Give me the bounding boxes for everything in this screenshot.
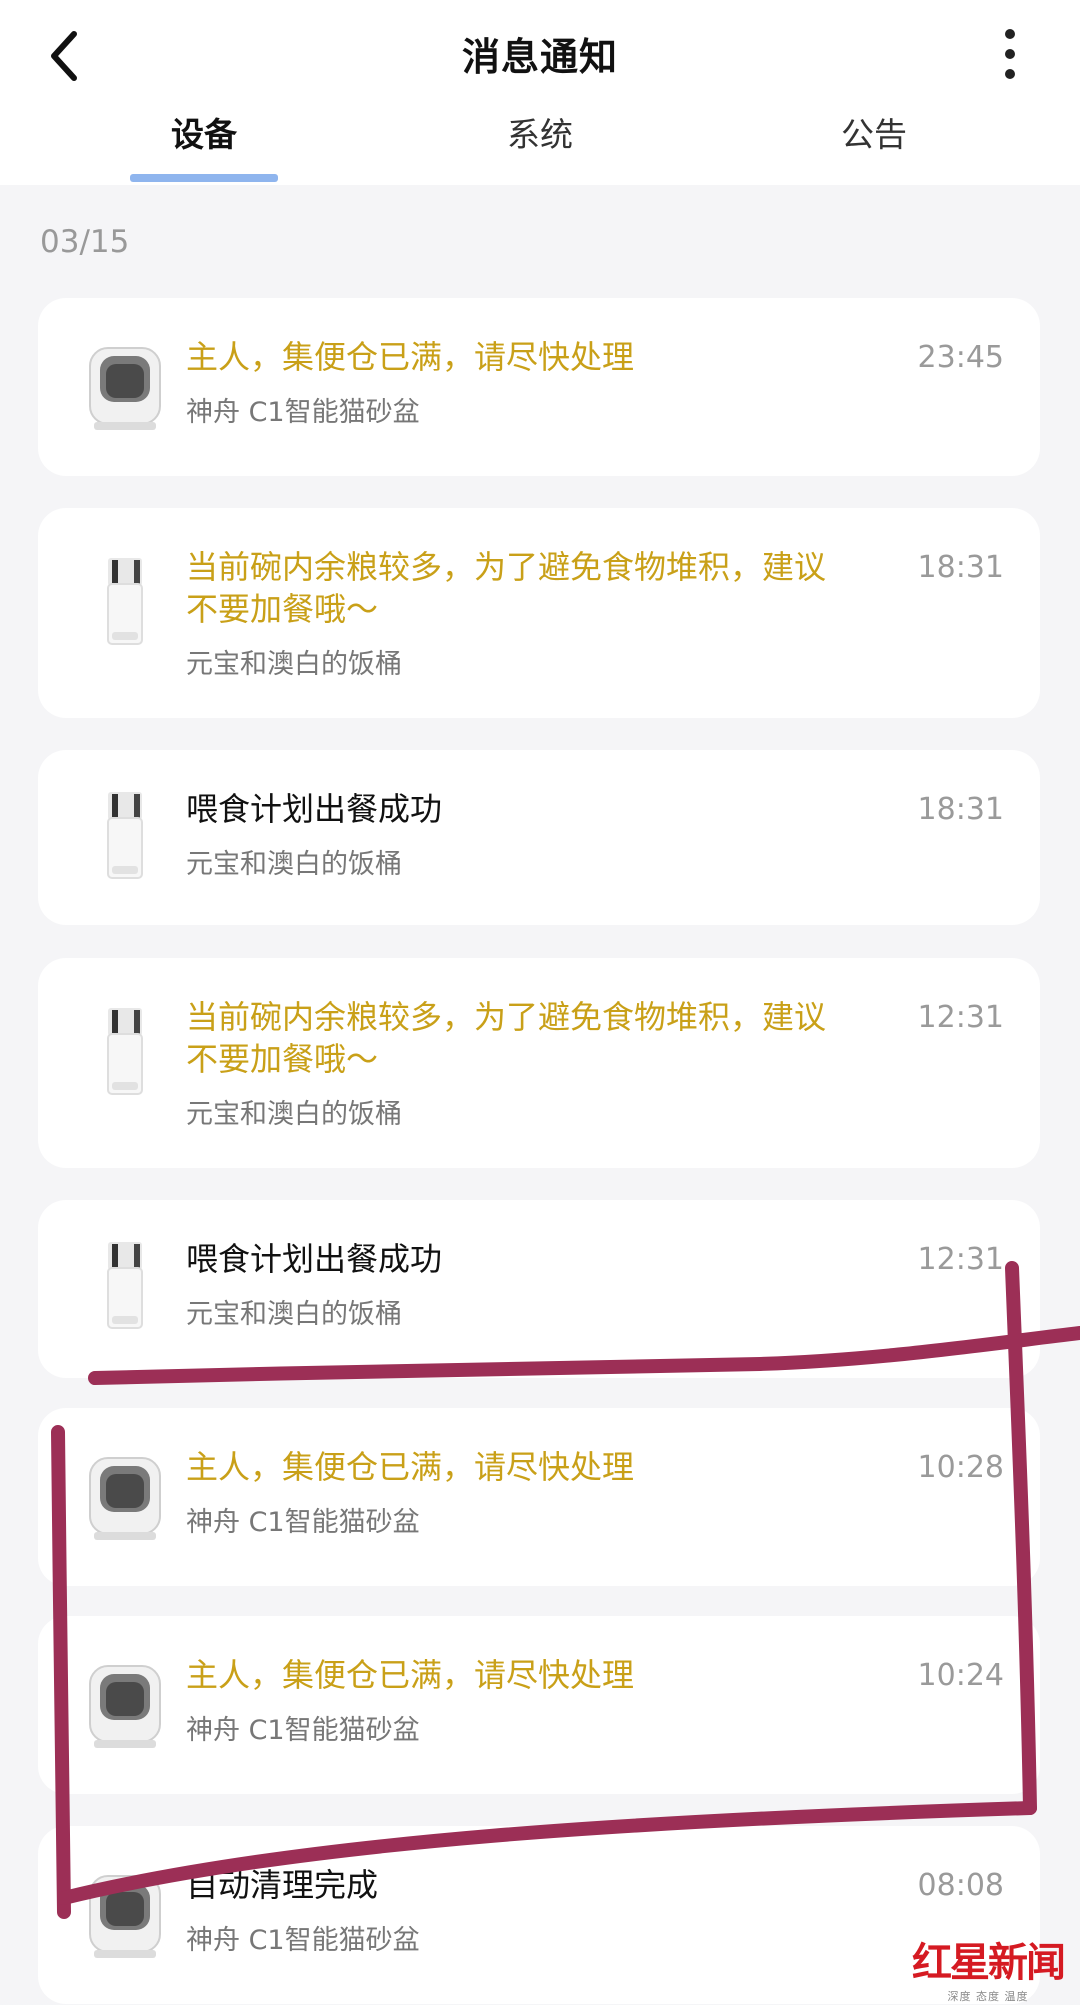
feeder-icon: [72, 552, 177, 657]
message-card[interactable]: 喂食计划出餐成功元宝和澳白的饭桶 12:31: [38, 1200, 1040, 1378]
feeder-icon: [72, 1002, 177, 1107]
more-vertical-icon: [1005, 29, 1015, 79]
message-time: 12:31: [917, 1000, 1004, 1035]
message-text: 不要加餐哦～: [186, 1040, 379, 1078]
litter-box-icon: [72, 1652, 177, 1757]
page-title: 消息通知: [461, 35, 618, 79]
litter-box-icon: [72, 1862, 177, 1967]
message-time: 08:08: [917, 1868, 1004, 1903]
app-header: 消息通知 设备 系统 公告: [0, 0, 1080, 185]
message-text: 当前碗内余粮较多，为了避免食物堆积，建议: [186, 998, 827, 1036]
device-name: 元宝和澳白的饭桶: [186, 849, 402, 880]
message-card[interactable]: 当前碗内余粮较多，为了避免食物堆积，建议 不要加餐哦～ 元宝和澳白的饭桶 18:31: [38, 508, 1040, 718]
tab-system[interactable]: 系统: [440, 108, 640, 156]
message-text: 喂食计划出餐成功: [186, 1240, 443, 1278]
tab-announcements[interactable]: 公告: [774, 108, 974, 156]
watermark-logo: 红星新闻 深度 态度 温度: [912, 1930, 1066, 2004]
device-name: 神舟 C1智能猫砂盆: [186, 397, 420, 428]
message-card[interactable]: 主人，集便仓已满，请尽快处理神舟 C1智能猫砂盆 10:24: [38, 1616, 1040, 1794]
message-card[interactable]: 当前碗内余粮较多，为了避免食物堆积，建议 不要加餐哦～ 元宝和澳白的饭桶 12:31: [38, 958, 1040, 1168]
message-time: 23:45: [917, 340, 1004, 375]
litter-box-icon: [72, 334, 177, 439]
active-tab-indicator: [130, 174, 278, 182]
message-text: 当前碗内余粮较多，为了避免食物堆积，建议: [186, 548, 827, 586]
device-name: 神舟 C1智能猫砂盆: [186, 1925, 420, 1956]
date-label: 03/15: [40, 224, 130, 260]
message-text: 主人，集便仓已满，请尽快处理: [186, 1448, 635, 1486]
message-text: 主人，集便仓已满，请尽快处理: [186, 338, 635, 376]
device-name: 神舟 C1智能猫砂盆: [186, 1715, 420, 1746]
message-card[interactable]: 主人，集便仓已满，请尽快处理神舟 C1智能猫砂盆 23:45: [38, 298, 1040, 476]
litter-box-icon: [72, 1444, 177, 1549]
feeder-icon: [72, 786, 177, 891]
more-options-button[interactable]: [980, 22, 1040, 92]
message-text: 主人，集便仓已满，请尽快处理: [186, 1656, 635, 1694]
message-text: 喂食计划出餐成功: [186, 790, 443, 828]
message-card[interactable]: 喂食计划出餐成功元宝和澳白的饭桶 18:31: [38, 750, 1040, 925]
device-name: 神舟 C1智能猫砂盆: [186, 1507, 420, 1538]
watermark-tagline: 深度 态度 温度: [947, 1990, 1029, 2003]
feeder-icon: [72, 1236, 177, 1341]
device-name: 元宝和澳白的饭桶: [186, 1099, 402, 1130]
tab-bar: 设备 系统 公告: [0, 108, 1080, 185]
message-time: 18:31: [917, 792, 1004, 827]
device-name: 元宝和澳白的饭桶: [186, 649, 402, 680]
message-time: 10:28: [917, 1450, 1004, 1485]
device-name: 元宝和澳白的饭桶: [186, 1299, 402, 1330]
message-text: 自动清理完成: [186, 1866, 379, 1904]
message-text: 不要加餐哦～: [186, 590, 379, 628]
message-time: 12:31: [917, 1242, 1004, 1277]
message-card[interactable]: 主人，集便仓已满，请尽快处理神舟 C1智能猫砂盆 10:28: [38, 1408, 1040, 1586]
tab-devices[interactable]: 设备: [104, 108, 304, 156]
message-time: 10:24: [917, 1658, 1004, 1693]
message-card[interactable]: 自动清理完成神舟 C1智能猫砂盆 08:08: [38, 1826, 1040, 2004]
watermark-name: 红星新闻: [912, 1939, 1066, 1986]
message-time: 18:31: [917, 550, 1004, 585]
